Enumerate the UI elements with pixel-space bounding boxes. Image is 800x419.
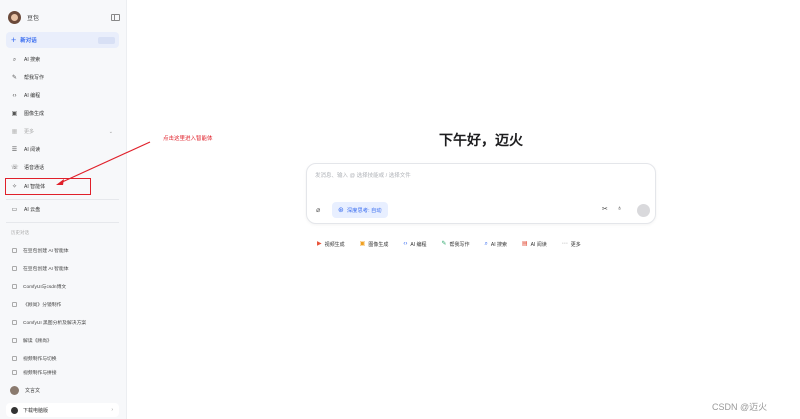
greeting-title: 下午好，迈火 [439, 132, 523, 148]
grid-icon: ⋯ [561, 241, 568, 247]
chip-label: AI 阅读 [530, 241, 547, 248]
microphone-icon[interactable]: ♁ [617, 205, 622, 212]
send-button[interactable] [637, 204, 650, 217]
deep-think-toggle[interactable]: ⊛ 深度思考: 自动 [332, 202, 388, 218]
chip-label: 帮我写作 [449, 241, 470, 248]
chip-search[interactable]: ⌕ AI 搜索 [480, 237, 513, 251]
deep-think-icon: ⊛ [338, 207, 344, 214]
read-icon: ▤ [522, 241, 528, 247]
deep-think-label: 深度思考: 自动 [346, 208, 382, 214]
message-input[interactable] [315, 170, 645, 182]
chip-writing[interactable]: ✎ 帮我写作 [436, 237, 474, 251]
chip-label: AI 搜索 [490, 241, 507, 248]
scissors-icon[interactable]: ✂ [602, 205, 608, 213]
chip-more[interactable]: ⋯ 更多 [557, 237, 586, 251]
watermark: CSDN @迈火 [712, 402, 768, 412]
chip-label: AI 编程 [410, 241, 427, 248]
annotation-arrow-line [59, 141, 151, 184]
chip-label: 更多 [570, 241, 581, 248]
video-icon: ▶ [317, 241, 322, 247]
chip-label: 视频生成 [324, 241, 345, 248]
image-icon: ▣ [359, 241, 366, 247]
chip-reading[interactable]: ▤ AI 阅读 [517, 237, 552, 251]
code-icon: ‹› [403, 241, 408, 247]
pen-icon: ✎ [441, 241, 447, 247]
annotation-text: 点击这里进入智能体 [163, 136, 213, 142]
chip-coding[interactable]: ‹› AI 编程 [398, 237, 431, 251]
attach-icon[interactable]: ⌀ [316, 206, 320, 214]
search-icon: ⌕ [484, 241, 488, 247]
chip-video-gen[interactable]: ▶ 视频生成 [312, 237, 350, 251]
message-composer: ⌀ ⊛ 深度思考: 自动 ✂ ♁ [306, 163, 656, 224]
chip-image-gen[interactable]: ▣ 图像生成 [355, 237, 394, 251]
annotation-arrow-head [56, 179, 64, 185]
skill-chips: ▶ 视频生成 ▣ 图像生成 ‹› AI 编程 ✎ 帮我写作 ⌕ AI 搜索 ▤ … [312, 237, 591, 251]
chip-label: 图像生成 [368, 241, 389, 248]
